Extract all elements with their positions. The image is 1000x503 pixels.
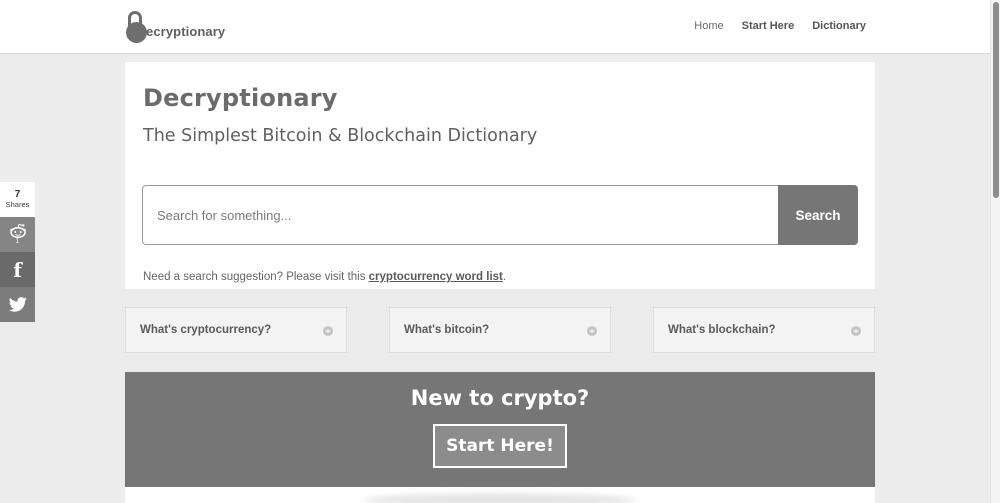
- nav-home-link[interactable]: Home: [694, 20, 723, 32]
- social-share-bar: 7 Shares 1 f: [0, 182, 35, 322]
- nav-start-here-link[interactable]: Start Here: [742, 20, 795, 32]
- facebook-icon: f: [13, 257, 22, 282]
- content-card-below: [125, 487, 875, 503]
- plus-circle-icon[interactable]: +: [587, 326, 597, 336]
- faq-label: What's cryptocurrency?: [140, 324, 272, 336]
- padlock-logo-icon: [126, 11, 148, 43]
- search-input[interactable]: [142, 185, 778, 245]
- faq-label: What's bitcoin?: [404, 324, 490, 336]
- scrollbar-thumb[interactable]: [993, 2, 999, 198]
- plus-circle-icon[interactable]: +: [323, 326, 333, 336]
- page-scrollbar[interactable]: [990, 0, 1000, 503]
- hero-card: Decryptionary The Simplest Bitcoin & Blo…: [125, 62, 875, 289]
- faq-item-cryptocurrency[interactable]: What's cryptocurrency? +: [125, 307, 347, 353]
- share-counter: 7 Shares: [0, 182, 35, 217]
- share-count-label: Shares: [5, 200, 30, 209]
- nav-dictionary-link[interactable]: Dictionary: [812, 20, 866, 32]
- faq-item-blockchain[interactable]: What's blockchain? +: [653, 307, 875, 353]
- main-nav: Home Start Here Dictionary: [694, 20, 866, 32]
- page-subtitle: The Simplest Bitcoin & Blockchain Dictio…: [143, 126, 538, 146]
- faq-label: What's blockchain?: [668, 324, 776, 336]
- card-shadow: [365, 493, 635, 503]
- reddit-share-count: 1: [15, 238, 20, 245]
- site-logo[interactable]: ecryptionary: [126, 10, 225, 44]
- reddit-icon: [9, 223, 26, 238]
- hint-prefix: Need a search suggestion? Please visit t…: [143, 271, 369, 283]
- share-count-number: 7: [14, 189, 21, 200]
- reddit-share-button[interactable]: 1: [0, 217, 35, 252]
- top-navigation-bar: ecryptionary Home Start Here Dictionary: [0, 0, 990, 54]
- faq-item-bitcoin[interactable]: What's bitcoin? +: [389, 307, 611, 353]
- plus-circle-icon[interactable]: +: [851, 326, 861, 336]
- hint-suffix: .: [502, 271, 507, 283]
- logo-text: ecryptionary: [146, 23, 226, 39]
- banner-title: New to crypto?: [410, 386, 590, 410]
- twitter-share-button[interactable]: [0, 287, 35, 322]
- new-to-crypto-banner: New to crypto? Start Here!: [125, 372, 875, 487]
- start-here-button[interactable]: Start Here!: [433, 424, 567, 468]
- word-list-link[interactable]: cryptocurrency word list: [369, 271, 503, 283]
- search-suggestion-text: Need a search suggestion? Please visit t…: [143, 271, 506, 283]
- search-form: Search: [142, 185, 858, 245]
- facebook-share-button[interactable]: f: [0, 252, 35, 287]
- twitter-icon: [8, 297, 27, 312]
- page-title: Decryptionary: [143, 84, 338, 112]
- search-button[interactable]: Search: [778, 185, 858, 245]
